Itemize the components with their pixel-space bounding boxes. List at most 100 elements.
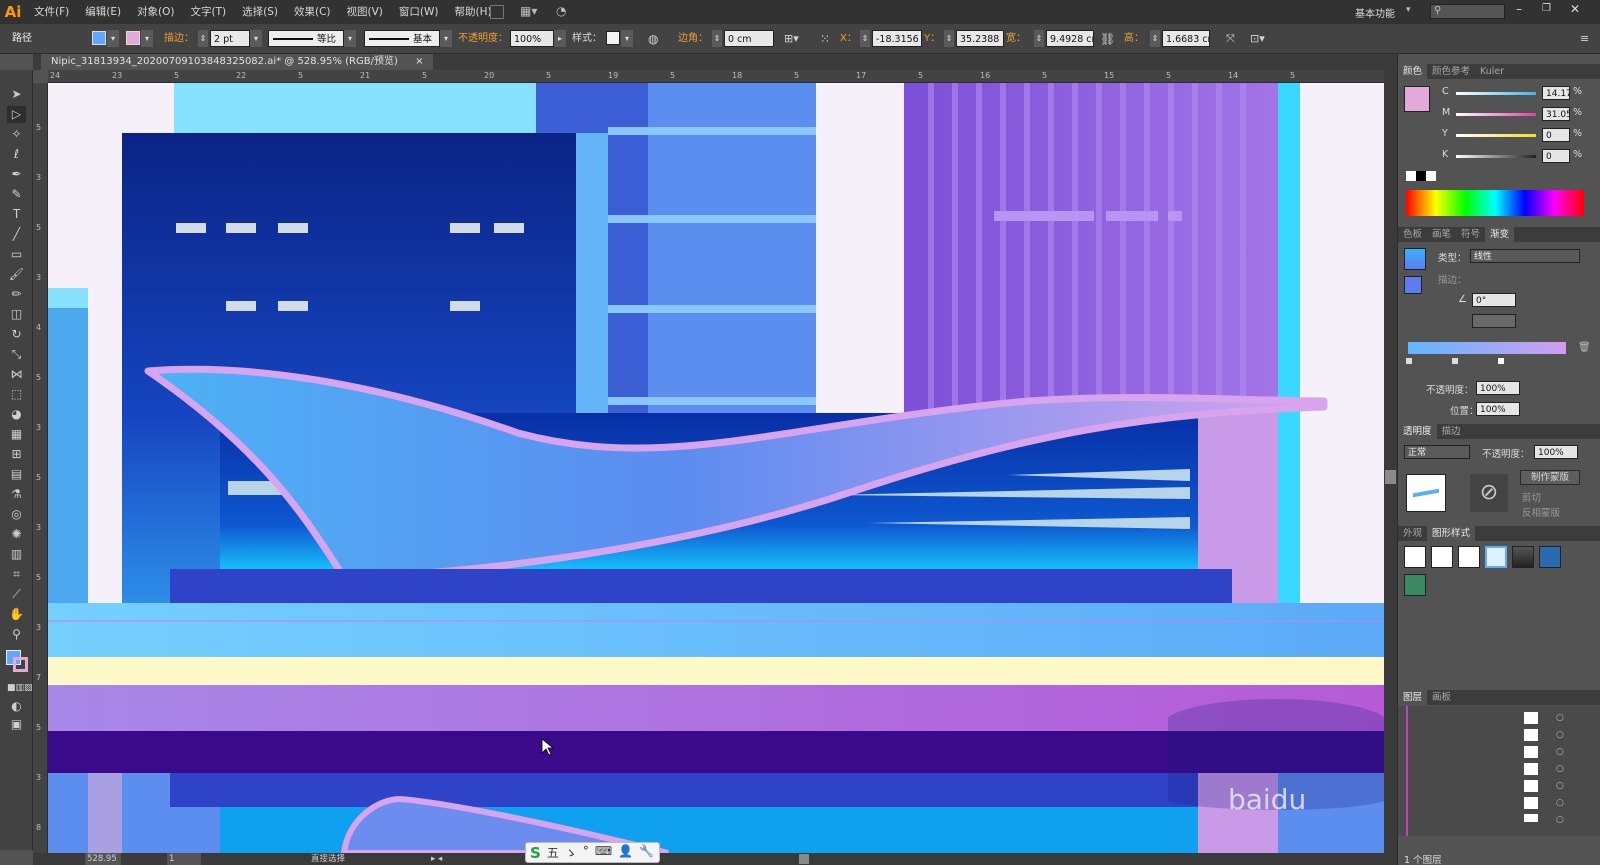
- gpu-icon[interactable]: ◔: [556, 4, 566, 18]
- minimize-icon[interactable]: –: [1516, 2, 1522, 16]
- shape-builder-icon[interactable]: ◕: [7, 406, 26, 423]
- no-mask-icon[interactable]: ⊘: [1470, 474, 1508, 512]
- style-default-swatch[interactable]: [1404, 546, 1426, 568]
- channel-slider-K[interactable]: [1456, 155, 1536, 158]
- brush-definition[interactable]: 基本: [364, 30, 440, 47]
- stroke-color-box[interactable]: [13, 657, 28, 672]
- stroke-swatch[interactable]: [126, 31, 140, 45]
- constrain-proportions-icon[interactable]: ⛓: [1100, 30, 1115, 48]
- channel-field-M[interactable]: 31.05: [1542, 107, 1570, 121]
- fill-dropdown-icon[interactable]: ▾: [107, 30, 119, 47]
- curvature-tool-icon[interactable]: ✎: [7, 186, 26, 203]
- magic-wand-icon[interactable]: ✧: [7, 126, 26, 143]
- free-transform-icon[interactable]: ⬚: [7, 386, 26, 403]
- panel-tab-gradient-tabs-0[interactable]: 色板: [1398, 227, 1427, 242]
- paintbrush-icon[interactable]: 🖌: [7, 266, 26, 283]
- document-tab[interactable]: Nipic_31813934_20200709103848325082.ai* …: [41, 54, 434, 70]
- width-tool-icon[interactable]: ⋈: [7, 366, 26, 383]
- color-fill-swatch[interactable]: [1404, 86, 1430, 112]
- menu-item-6[interactable]: 视图(V): [339, 0, 391, 24]
- y-stepper[interactable]: ⇕: [944, 30, 954, 47]
- close-document-icon[interactable]: ×: [415, 56, 423, 67]
- gradient-stroke-swatch[interactable]: [1404, 276, 1422, 294]
- workspace-switcher[interactable]: 基本功能: [1355, 5, 1395, 20]
- align-icon[interactable]: ⊞▾: [784, 30, 799, 48]
- corner-stepper[interactable]: ⇕: [712, 30, 722, 47]
- color-mode-icons[interactable]: ■▥▨: [7, 680, 33, 697]
- line-tool-icon[interactable]: ╱: [7, 226, 26, 243]
- menu-item-5[interactable]: 效果(C): [286, 0, 339, 24]
- invert-mask-checkbox[interactable]: 反相蒙版: [1522, 505, 1560, 519]
- panel-tab-styles-tabs-0[interactable]: 外观: [1398, 526, 1427, 541]
- ime-item-4[interactable]: 👤: [618, 844, 633, 861]
- ime-item-1[interactable]: ゝ: [565, 844, 577, 861]
- height-stepper[interactable]: ⇕: [1150, 30, 1160, 47]
- menu-item-7[interactable]: 窗口(W): [391, 0, 447, 24]
- lasso-icon[interactable]: ℓ: [7, 146, 26, 163]
- opacity-label[interactable]: 不透明度：: [458, 30, 508, 48]
- symbol-sprayer-icon[interactable]: ✺: [7, 526, 26, 543]
- gradient-preview-swatch[interactable]: [1404, 248, 1426, 270]
- stroke-stepper[interactable]: ⇕: [198, 30, 208, 47]
- stroke-weight-dropdown-icon[interactable]: ▾: [250, 30, 262, 47]
- zoom-tool-icon[interactable]: ⚲: [7, 626, 26, 643]
- menu-item-2[interactable]: 对象(O): [129, 0, 182, 24]
- make-mask-button[interactable]: 制作蒙版: [1520, 470, 1580, 485]
- panel-tab-gradient-tabs-1[interactable]: 画笔: [1427, 227, 1456, 242]
- mesh-tool-icon[interactable]: ⊞: [7, 446, 26, 463]
- gradient-aspect-field[interactable]: [1472, 314, 1516, 328]
- transform-icon[interactable]: ⤧: [1226, 30, 1235, 48]
- panel-tab-transp-tabs-1[interactable]: 描边: [1437, 424, 1466, 439]
- gradient-tool-icon[interactable]: ▤: [7, 466, 26, 483]
- ime-item-2[interactable]: °: [583, 844, 589, 861]
- pen-tool-icon[interactable]: ✒: [7, 166, 26, 183]
- channel-field-Y[interactable]: 0: [1542, 128, 1570, 142]
- artwork[interactable]: baidu: [48, 83, 1384, 853]
- close-window-icon[interactable]: ✕: [1570, 2, 1580, 16]
- style-swatch-7[interactable]: [1404, 574, 1426, 596]
- width-field[interactable]: 9.4928 cm: [1046, 30, 1094, 47]
- style-swatch-6[interactable]: [1539, 546, 1561, 568]
- reference-point-icon[interactable]: ⁙: [820, 30, 830, 48]
- opacity-dropdown-icon[interactable]: ▸: [554, 30, 566, 47]
- perspective-grid-icon[interactable]: ▦: [7, 426, 26, 443]
- style-swatch-4[interactable]: [1485, 546, 1507, 568]
- stroke-dropdown-icon[interactable]: ▾: [141, 30, 153, 47]
- panel-tab-gradient-tabs-2[interactable]: 符号: [1456, 227, 1485, 242]
- rectangle-tool-icon[interactable]: ▭: [7, 246, 26, 263]
- ime-toolbar[interactable]: S 五ゝ ° ⌨ 👤 🔧: [525, 842, 660, 863]
- y-field[interactable]: 35.2388: [956, 30, 1004, 47]
- help-search-input[interactable]: ⚲: [1430, 4, 1505, 19]
- menu-item-4[interactable]: 选择(S): [234, 0, 286, 24]
- gradient-stop-start[interactable]: [1406, 358, 1412, 364]
- zoom-field[interactable]: 528.95: [85, 853, 121, 865]
- artboard-tool-icon[interactable]: ⌗: [7, 566, 26, 583]
- panel-tab-color-tabs-0[interactable]: 颜色: [1398, 64, 1428, 79]
- ime-item-5[interactable]: 🔧: [639, 844, 654, 861]
- channel-slider-M[interactable]: [1456, 113, 1536, 116]
- height-field[interactable]: 1.6683 cm: [1162, 30, 1210, 47]
- ime-item-0[interactable]: 五: [547, 844, 559, 861]
- object-thumbnail[interactable]: [1406, 474, 1446, 512]
- channel-slider-Y[interactable]: [1456, 134, 1536, 137]
- channel-field-C[interactable]: 14.17: [1542, 86, 1570, 100]
- panel-tab-layers-tabs-1[interactable]: 画板: [1427, 690, 1456, 705]
- layers-list[interactable]: ○ ○ ○ ○ ○ ○ ○: [1398, 706, 1600, 836]
- blend-tool-icon[interactable]: ◎: [7, 506, 26, 523]
- transparency-opacity-field[interactable]: 100%: [1534, 445, 1578, 459]
- gradient-angle-field[interactable]: 0°: [1472, 293, 1516, 307]
- x-field[interactable]: -18.3156: [872, 30, 922, 47]
- menu-item-1[interactable]: 编辑(E): [77, 0, 129, 24]
- vertical-scrollbar[interactable]: [1384, 70, 1397, 853]
- page-field[interactable]: 1: [167, 853, 201, 865]
- corner-radius-field[interactable]: 0 cm: [724, 30, 774, 47]
- arrange-documents-icon[interactable]: ▦▾: [520, 4, 542, 20]
- artboard-canvas[interactable]: baidu: [48, 83, 1384, 853]
- width-stepper[interactable]: ⇕: [1034, 30, 1044, 47]
- selection-tool-icon[interactable]: ➤: [7, 86, 26, 103]
- style-swatch-2[interactable]: [1431, 546, 1453, 568]
- scale-tool-icon[interactable]: ⤡: [7, 346, 26, 363]
- style-swatch-5[interactable]: [1512, 546, 1534, 568]
- stop-position-field[interactable]: 100%: [1476, 402, 1520, 416]
- stop-opacity-field[interactable]: 100%: [1476, 381, 1520, 395]
